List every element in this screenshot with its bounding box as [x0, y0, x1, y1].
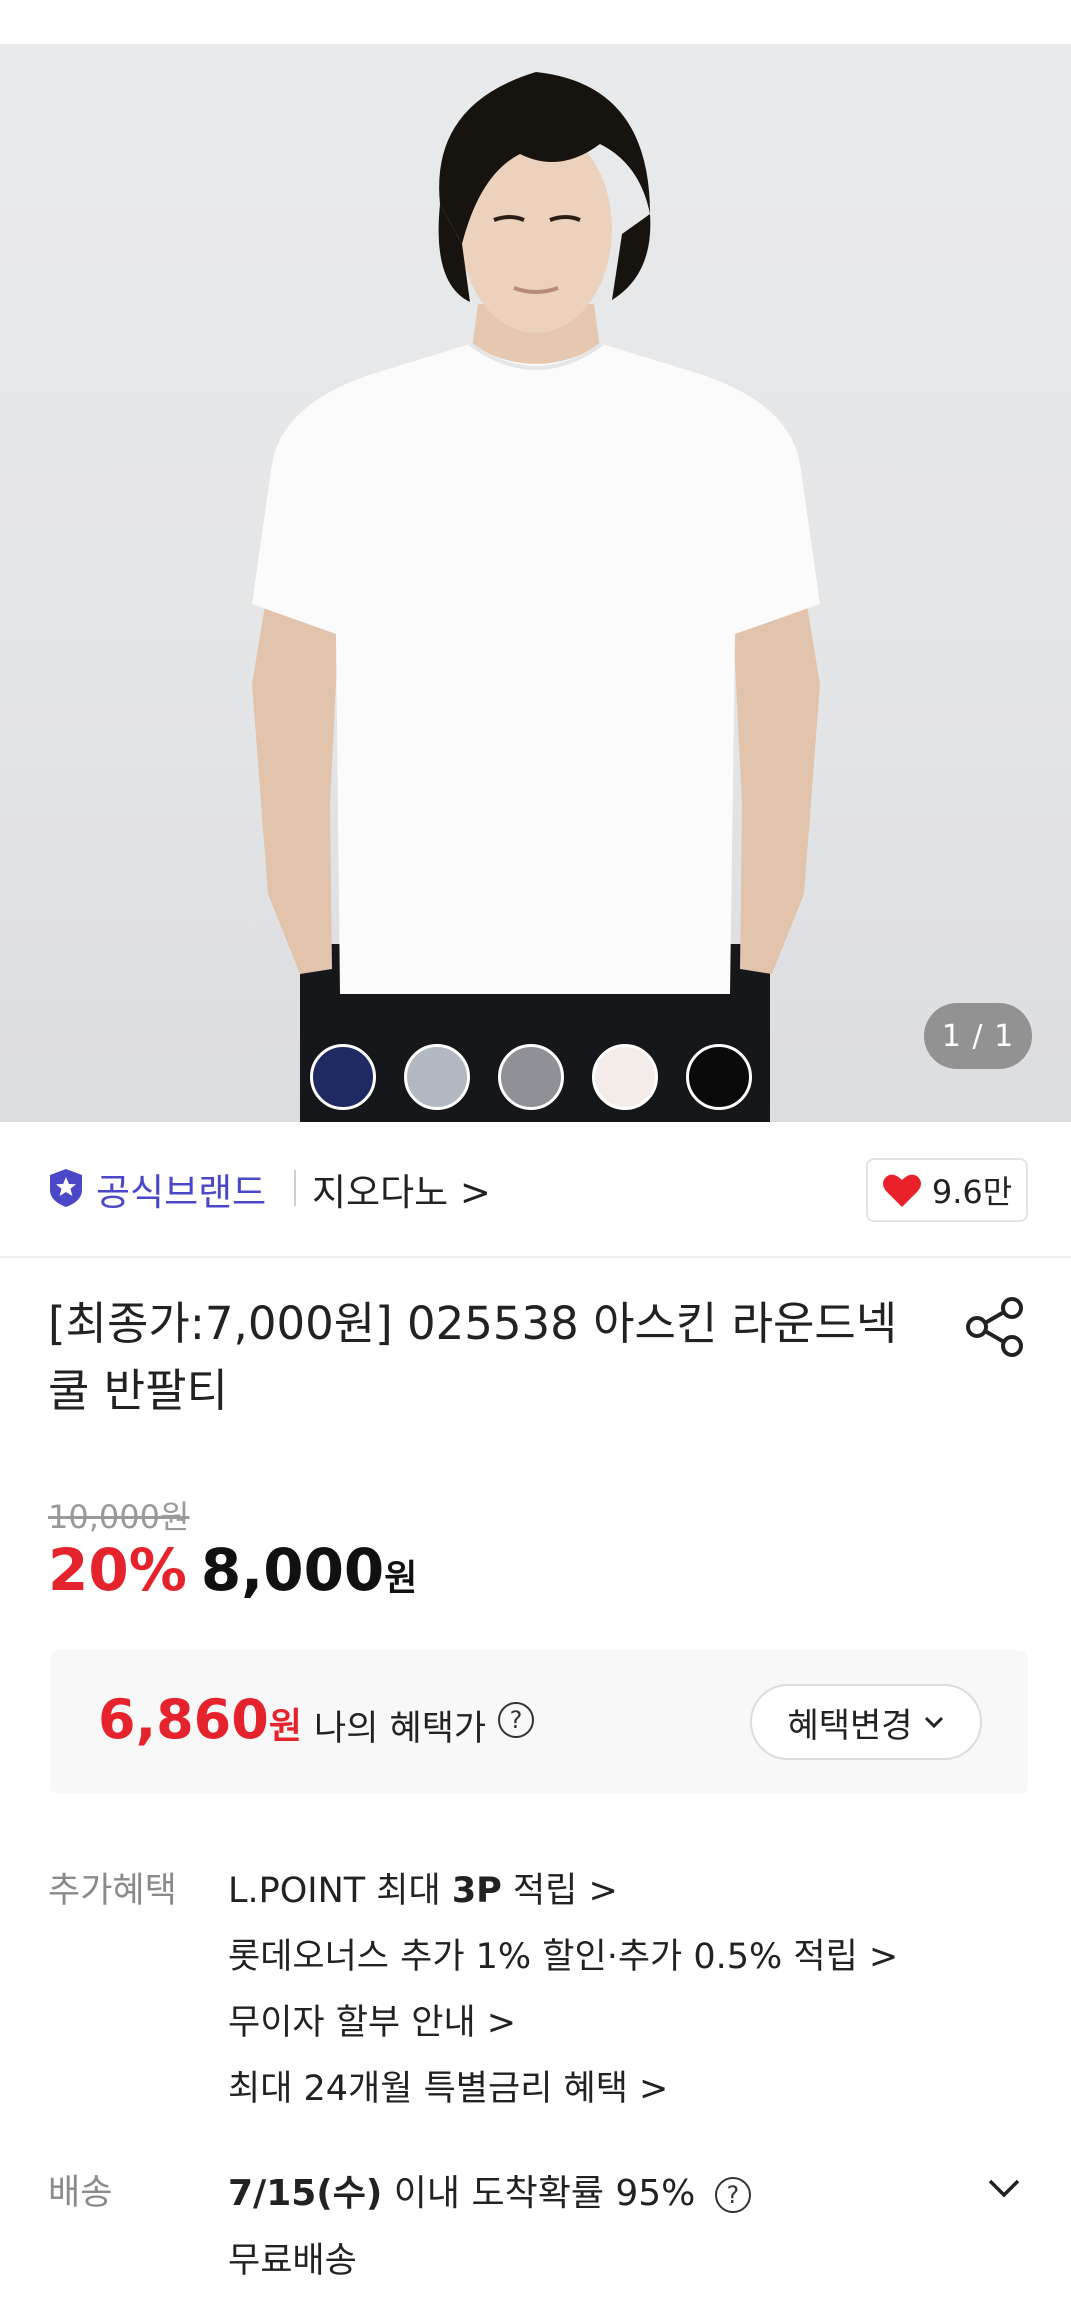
benefit-special-rate[interactable]: 최대 24개월 특별금리 혜택 >: [228, 2060, 668, 2111]
benefit-lpoint-text: L.POINT 최대: [228, 1871, 452, 1911]
product-title: [최종가:7,000원] 025538 아스킨 라운드넥 쿨 반팔티: [48, 1297, 898, 1417]
benefit-lpoint[interactable]: L.POINT 최대 3P 적립 >: [228, 1862, 618, 1913]
my-benefit-price-unit: 원: [268, 1706, 302, 1747]
help-icon[interactable]: ?: [714, 2177, 751, 2213]
color-swatch-light-gray[interactable]: [404, 1044, 470, 1110]
color-swatch-ivory[interactable]: [592, 1044, 658, 1110]
shipping-label: 배송: [48, 2173, 113, 2213]
color-swatches: [310, 1044, 752, 1110]
my-benefit-price-value: 6,860: [98, 1688, 269, 1751]
original-price: 10,000원: [48, 1498, 190, 1536]
benefit-installment[interactable]: 무이자 할부 안내 >: [228, 1994, 516, 2045]
change-benefit-button[interactable]: 혜택변경: [750, 1684, 982, 1760]
shipping-date: 7/15(수): [228, 2173, 383, 2214]
color-swatch-gray[interactable]: [498, 1044, 564, 1110]
extra-benefits-label: 추가혜택: [48, 1871, 177, 1911]
like-count: 9.6만: [931, 1173, 1013, 1211]
discount-rate: 20%: [48, 1536, 187, 1604]
my-benefit-box: 6,860원 나의 혜택가 ? 혜택변경: [50, 1650, 1028, 1794]
benefit-lotte-owners[interactable]: 롯데오너스 추가 1% 할인·추가 0.5% 적립 >: [228, 1928, 898, 1979]
chevron-down-icon[interactable]: [984, 2168, 1024, 2208]
price-unit: 원: [384, 1558, 418, 1599]
shipping-free: 무료배송: [228, 2241, 357, 2281]
like-button[interactable]: 9.6만: [866, 1158, 1028, 1222]
image-pager: 1 / 1: [924, 1003, 1032, 1069]
change-benefit-label: 혜택변경: [787, 1705, 913, 1746]
official-brand-badge-icon: [50, 1169, 82, 1207]
my-benefit-price: 6,860원: [98, 1688, 302, 1751]
official-brand-label: 공식브랜드: [96, 1171, 267, 1214]
top-bar: [0, 0, 1071, 45]
heart-icon: [882, 1174, 921, 1207]
color-swatch-navy[interactable]: [310, 1044, 376, 1110]
chevron-down-icon: [924, 1716, 943, 1729]
price-row: 20% 8,000 원: [48, 1536, 417, 1604]
shipping-probability: 이내 도착확률 95%: [382, 2173, 696, 2214]
model-photo: [252, 72, 820, 1122]
my-benefit-label: 나의 혜택가: [314, 1709, 487, 1749]
benefit-lpoint-points: 3P: [451, 1871, 502, 1911]
brand-row: 공식브랜드 지오다노 > 9.6만: [0, 1122, 1071, 1258]
shipping-estimate: 7/15(수) 이내 도착확률 95% ?: [228, 2164, 751, 2216]
brand-name-link[interactable]: 지오다노 >: [312, 1162, 491, 1216]
benefit-lpoint-suffix: 적립 >: [501, 1871, 618, 1911]
divider: [294, 1170, 296, 1206]
product-image[interactable]: 1 / 1: [0, 44, 1071, 1122]
sale-price: 8,000: [200, 1536, 385, 1604]
help-icon[interactable]: ?: [498, 1702, 534, 1738]
share-icon[interactable]: [962, 1294, 1028, 1360]
color-swatch-black[interactable]: [686, 1044, 752, 1110]
